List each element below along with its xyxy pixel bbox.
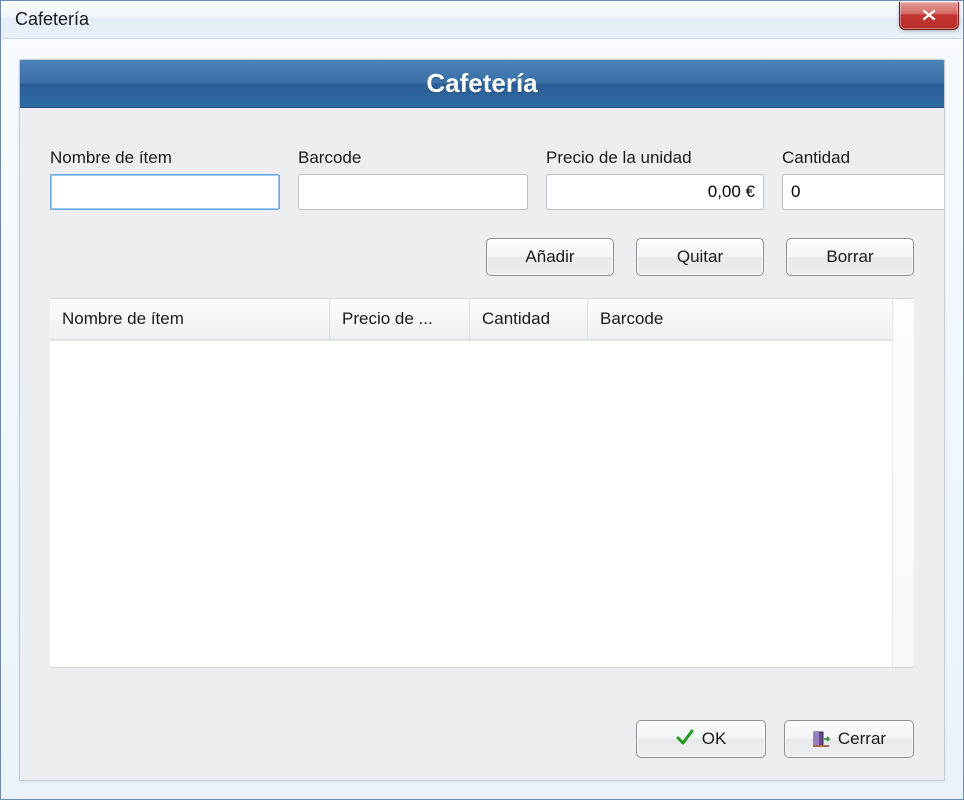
- clear-button-label: Borrar: [826, 247, 873, 267]
- close-icon: [921, 8, 937, 22]
- add-button[interactable]: Añadir: [486, 238, 614, 276]
- field-barcode: Barcode: [298, 148, 528, 210]
- grid-header: Nombre de ítem Precio de ... Cantidad Ba…: [50, 299, 914, 341]
- footer-row: OK Cerrar: [50, 720, 914, 758]
- col-barcode[interactable]: Barcode: [588, 299, 914, 339]
- remove-button[interactable]: Quitar: [636, 238, 764, 276]
- quantity-stepper[interactable]: [782, 174, 894, 210]
- panel-header: Cafetería: [20, 60, 944, 108]
- field-item-name: Nombre de ítem: [50, 148, 280, 210]
- window-frame: Cafetería Cafetería Nombre de ítem Barco…: [0, 0, 964, 800]
- field-quantity: Cantidad: [782, 148, 894, 210]
- label-item-name: Nombre de ítem: [50, 148, 280, 168]
- close-button-label: Cerrar: [838, 729, 886, 749]
- door-exit-icon: [812, 730, 830, 748]
- titlebar-controls: [899, 2, 963, 30]
- fields-row: Nombre de ítem Barcode Precio de la unid…: [50, 148, 914, 210]
- dialog-panel: Cafetería Nombre de ítem Barcode Precio …: [19, 59, 945, 781]
- input-item-name[interactable]: [50, 174, 280, 210]
- close-button[interactable]: Cerrar: [784, 720, 914, 758]
- col-quantity[interactable]: Cantidad: [470, 299, 588, 339]
- check-icon: [676, 729, 694, 750]
- label-barcode: Barcode: [298, 148, 528, 168]
- remove-button-label: Quitar: [677, 247, 723, 267]
- form-area: Nombre de ítem Barcode Precio de la unid…: [20, 108, 944, 210]
- ok-button[interactable]: OK: [636, 720, 766, 758]
- add-button-label: Añadir: [525, 247, 574, 267]
- input-unit-price[interactable]: [546, 174, 764, 210]
- clear-button[interactable]: Borrar: [786, 238, 914, 276]
- label-unit-price: Precio de la unidad: [546, 148, 764, 168]
- titlebar: Cafetería: [1, 1, 963, 39]
- ok-button-label: OK: [702, 729, 727, 749]
- action-row: Añadir Quitar Borrar: [20, 210, 944, 276]
- grid-scroll-track[interactable]: [892, 299, 914, 667]
- col-item-name[interactable]: Nombre de ítem: [50, 299, 330, 339]
- window-close-button[interactable]: [899, 2, 959, 30]
- input-quantity[interactable]: [782, 174, 945, 210]
- label-quantity: Cantidad: [782, 148, 894, 168]
- input-barcode[interactable]: [298, 174, 528, 210]
- window-title: Cafetería: [15, 9, 89, 30]
- col-unit-price[interactable]: Precio de ...: [330, 299, 470, 339]
- field-unit-price: Precio de la unidad: [546, 148, 764, 210]
- items-grid[interactable]: Nombre de ítem Precio de ... Cantidad Ba…: [50, 298, 914, 668]
